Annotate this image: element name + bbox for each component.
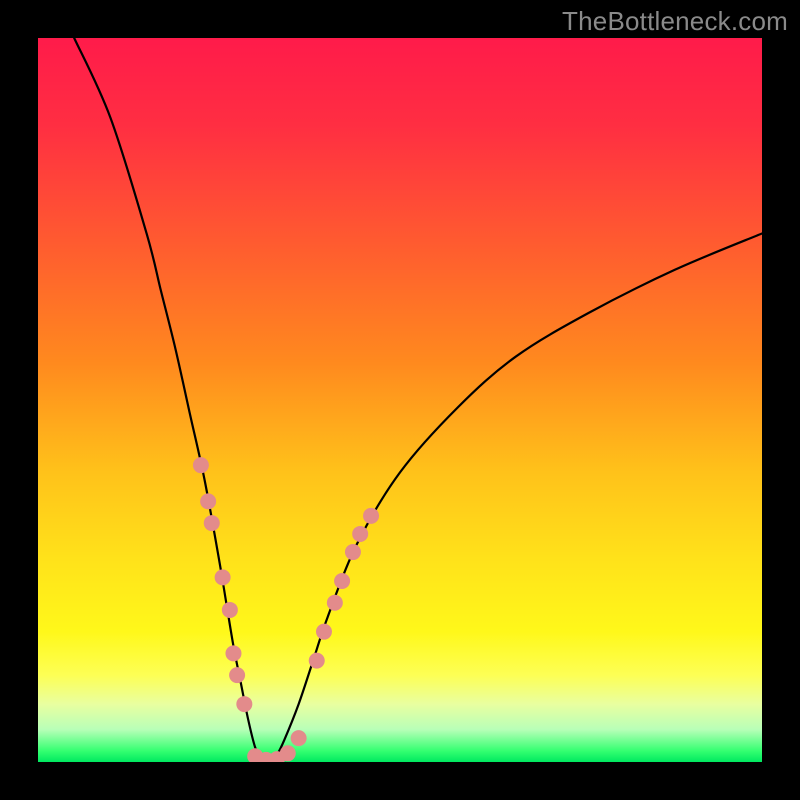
dots-left-marker (204, 515, 220, 531)
dots-right-marker (309, 653, 325, 669)
watermark-text: TheBottleneck.com (562, 6, 788, 37)
dots-right-marker (363, 508, 379, 524)
plot-area (38, 38, 762, 762)
chart-frame: TheBottleneck.com (0, 0, 800, 800)
dots-left-marker (229, 667, 245, 683)
dots-right-marker (345, 544, 361, 560)
dots-right-marker (316, 624, 332, 640)
bottleneck-curve (38, 38, 762, 762)
dots-right-marker (334, 573, 350, 589)
dots-left-marker (193, 457, 209, 473)
dots-right-marker (327, 595, 343, 611)
dots-right-marker (352, 526, 368, 542)
dots-left-marker (236, 696, 252, 712)
dots-bottom-marker (280, 745, 296, 761)
dots-left-marker (222, 602, 238, 618)
dots-left-marker (215, 569, 231, 585)
dots-left-marker (225, 645, 241, 661)
dots-bottom-marker (291, 730, 307, 746)
dots-left-marker (200, 493, 216, 509)
